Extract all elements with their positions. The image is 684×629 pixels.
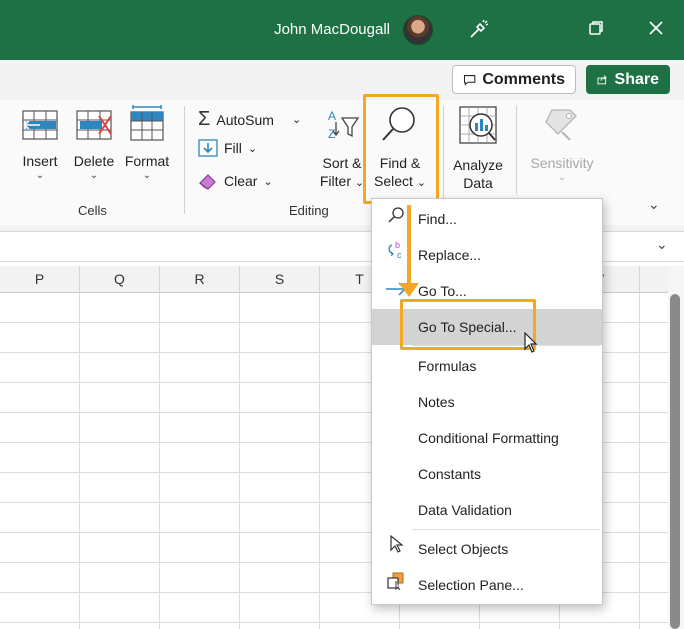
chevron-down-icon: ⌄ [35,170,45,181]
sort-filter-button[interactable]: A Z Sort & Filter ⌄ [316,108,368,192]
menu-item-select-objects[interactable]: Select Objects [372,531,602,567]
menu-item-label: Formulas [418,358,477,374]
chevron-down-icon: ⌄ [291,114,302,126]
format-cells-icon [130,105,164,141]
menu-item-label: Data Validation [418,502,512,518]
autosum-button[interactable]: Σ AutoSum ⌄ [198,108,301,131]
avatar[interactable] [403,15,433,45]
fill-label: Fill [224,140,242,156]
eraser-icon [199,174,216,190]
menu-item-label: Notes [418,394,455,410]
column-header-q[interactable]: Q [80,266,160,293]
insert-button[interactable]: Insert ⌄ [14,108,66,182]
sensitivity-icon [545,109,577,141]
delete-cells-icon [76,110,112,140]
menu-item-formulas[interactable]: Formulas [372,348,602,384]
clear-label: Clear [224,173,258,189]
svg-text:c: c [397,250,402,260]
delete-button[interactable]: Delete ⌄ [68,108,120,182]
share-button[interactable]: Share [586,65,670,94]
share-icon [597,74,607,84]
find-select-menu: Find... bc Replace... Go To... Go To Spe… [371,198,603,605]
comments-label: Comments [482,70,565,88]
menu-item-label: Conditional Formatting [418,430,559,446]
menu-item-notes[interactable]: Notes [372,384,602,420]
fill-down-icon [198,139,218,157]
format-label: Format [124,153,170,169]
replace-icon: bc [384,237,408,273]
menu-item-label: Replace... [418,247,482,263]
analyze-data-label-2: Data [463,175,493,191]
chevron-down-icon: ⌄ [263,175,273,188]
group-divider [516,106,517,194]
analyze-data-label-1: Analyze [453,157,503,173]
format-button[interactable]: Format ⌄ [120,104,174,182]
svg-text:Z: Z [328,127,335,141]
menu-item-label: Constants [418,466,482,482]
sort-filter-icon: A Z [328,109,360,141]
menu-item-label: Go To... [418,283,467,299]
svg-text:b: b [395,240,400,250]
menu-item-selection-pane[interactable]: Selection Pane... [372,567,602,603]
pen-icon[interactable] [466,19,490,45]
menu-item-data-validation[interactable]: Data Validation [372,492,602,528]
menu-item-conditional-formatting[interactable]: Conditional Formatting [372,420,602,456]
expand-formula-bar-icon[interactable]: ⌄ [656,236,668,253]
close-icon[interactable] [644,19,668,41]
find-select-highlight [363,94,439,204]
column-header-p[interactable]: P [0,266,80,293]
sort-filter-label-2: Filter ⌄ [319,173,365,189]
menu-item-constants[interactable]: Constants [372,456,602,492]
menu-separator [412,529,600,530]
analyze-data-button[interactable]: Analyze Data [450,104,506,192]
clear-button[interactable]: Clear ⌄ [198,172,273,190]
select-objects-icon [384,531,408,567]
search-icon [384,201,408,237]
menu-item-label: Find... [418,211,457,227]
sigma-icon: Σ [198,108,211,130]
chevron-down-icon: ⌄ [557,172,567,183]
menu-item-label: Select Objects [418,541,509,557]
editing-group-label: Editing [289,203,329,218]
chevron-down-icon: ⌄ [89,170,99,181]
insert-label: Insert [22,153,58,169]
fill-button[interactable]: Fill ⌄ [198,139,257,157]
callout-arrow-line [407,205,411,285]
analyze-data-icon [459,106,497,144]
restore-icon[interactable] [584,19,608,41]
column-header-r[interactable]: R [160,266,240,293]
sensitivity-button[interactable]: Sensitivity ⌄ [526,104,598,184]
autosum-label: AutoSum [216,111,274,128]
delete-label: Delete [73,153,115,169]
column-header-s[interactable]: S [240,266,320,293]
user-name[interactable]: John MacDougall [274,21,390,38]
group-divider [184,106,185,214]
share-label: Share [614,70,659,88]
menu-item-label: Selection Pane... [418,577,524,593]
comments-button[interactable]: Comments [452,65,576,94]
callout-arrow-head [399,283,419,297]
chevron-down-icon: ⌄ [247,142,258,155]
svg-text:A: A [328,109,336,123]
sensitivity-label: Sensitivity [530,155,594,171]
insert-cells-icon [22,110,58,140]
go-to-special-highlight [400,299,536,350]
collapse-ribbon-icon[interactable]: ⌄ [648,196,660,213]
selection-pane-icon [384,567,408,603]
cells-group-label: Cells [78,203,107,218]
sort-filter-label-1: Sort & [322,155,362,171]
chevron-down-icon: ⌄ [142,170,152,181]
mouse-cursor-icon [523,331,539,359]
comment-icon [463,74,476,85]
scrollbar-thumb[interactable] [670,294,680,629]
